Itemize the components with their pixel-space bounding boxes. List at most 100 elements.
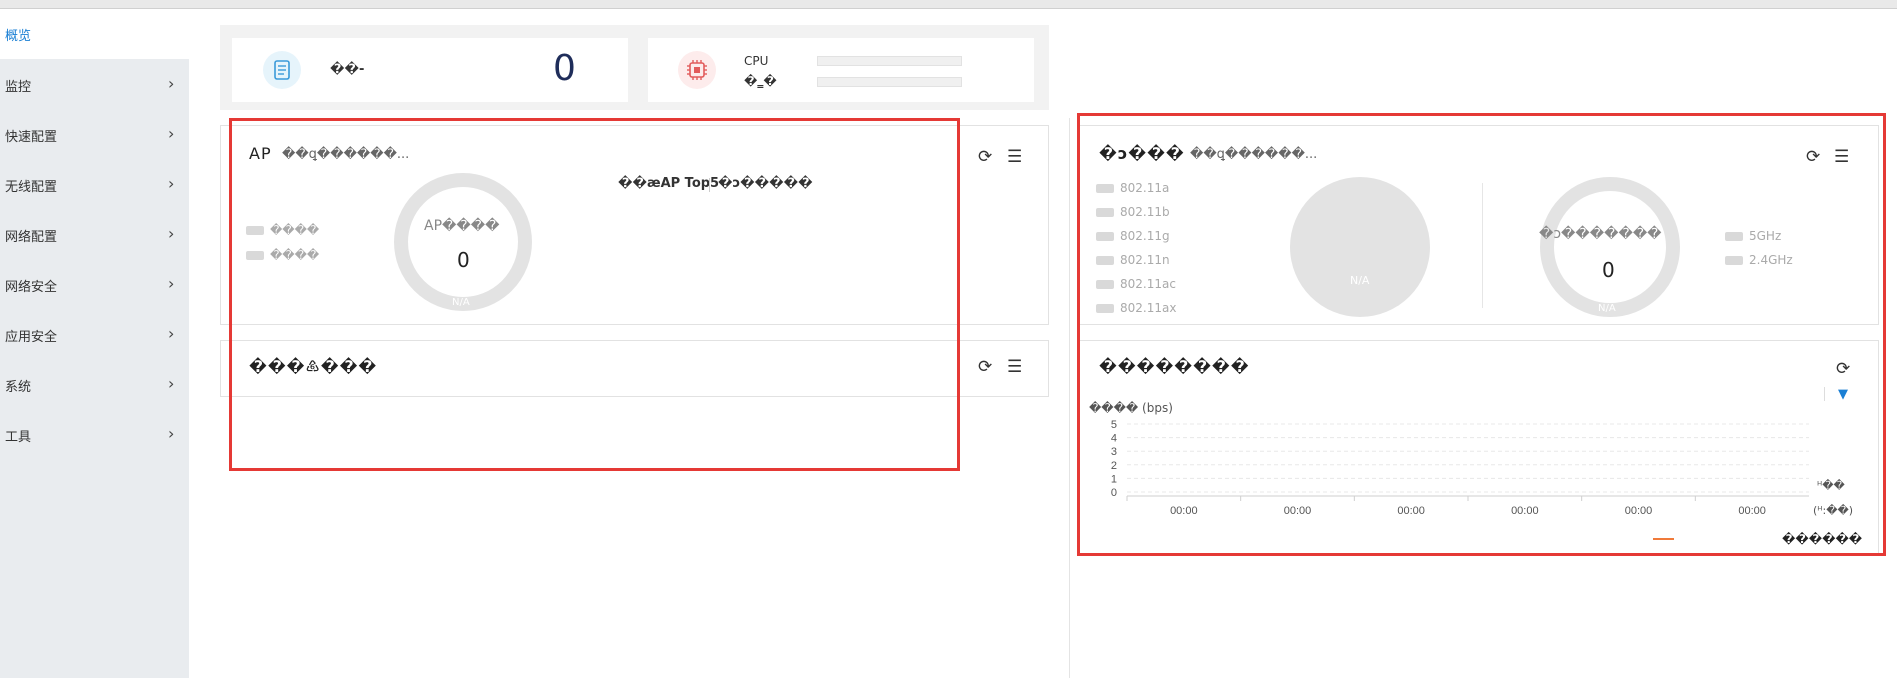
legend-swatch <box>246 226 264 235</box>
sidebar-item-label: 应用安全 <box>5 330 58 345</box>
legend-label: 802.11g <box>1120 229 1170 243</box>
sidebar-item-network-config[interactable]: 网络配置 › <box>0 210 189 260</box>
legend-swatch <box>1096 280 1114 289</box>
chevron-right-icon: › <box>168 224 175 243</box>
toolbar-separator <box>1824 387 1825 401</box>
traffic-y-axis-label: ���� (bps) <box>1089 401 1173 415</box>
traffic-legend-label: ������ <box>1782 532 1863 546</box>
ap-panel-title: AP <box>249 144 272 163</box>
ap-panel-subtitle: ��ꝗ������... <box>282 147 410 162</box>
legend-item: 802.11ax <box>1096 301 1176 315</box>
lower-left-panel-title: ���♸��� <box>249 357 378 376</box>
list-icon[interactable]: ☰ <box>1007 149 1022 166</box>
sidebar-item-label: 网络配置 <box>5 230 58 245</box>
stat-card-devices: ��- 0 <box>232 38 628 102</box>
legend-swatch <box>1096 304 1114 313</box>
stat-card-resources: CPU �‗� <box>648 38 1034 102</box>
sidebar-item-network-security[interactable]: 网络安全 › <box>0 260 189 310</box>
legend-swatch <box>1096 232 1114 241</box>
protocol-pie-na: N/A <box>1350 274 1370 287</box>
traffic-right-label: ᴴ�� <box>1817 479 1845 492</box>
filter-icon[interactable]: ▼ <box>1838 387 1848 402</box>
memory-label: �‗� <box>744 74 777 88</box>
legend-item: ���� <box>246 248 319 262</box>
chevron-right-icon: › <box>168 74 175 93</box>
refresh-icon[interactable]: ⟳ <box>978 149 992 166</box>
refresh-icon[interactable]: ⟳ <box>1836 361 1850 378</box>
sidebar-item-app-security[interactable]: 应用安全 › <box>0 310 189 360</box>
sidebar-item-label: 监控 <box>5 80 32 95</box>
legend-item: 802.11n <box>1096 253 1170 267</box>
sidebar-item-wireless-config[interactable]: 无线配置 › <box>0 160 189 210</box>
sidebar-item-label: 工具 <box>5 430 32 445</box>
legend-swatch <box>1096 208 1114 217</box>
list-icon[interactable]: ☰ <box>1834 149 1849 166</box>
chevron-right-icon: › <box>168 274 175 293</box>
document-icon <box>263 51 301 89</box>
sidebar-item-system[interactable]: 系统 › <box>0 360 189 410</box>
top-bar <box>0 0 1897 9</box>
legend-item: 2.4GHz <box>1725 253 1793 267</box>
lower-left-panel: ���♸��� ⟳ ☰ <box>220 340 1049 397</box>
legend-swatch <box>1725 232 1743 241</box>
tab-ap-top5[interactable]: ��æAP Top5 <box>618 176 719 191</box>
chevron-right-icon: › <box>168 424 175 443</box>
legend-swatch <box>1096 256 1114 265</box>
chevron-right-icon: › <box>168 324 175 343</box>
ap-panel: AP ��ꝗ������... ⟳ ☰ ���� ���� AP���� 0 N… <box>220 125 1049 325</box>
tab-separator <box>709 178 710 192</box>
ap-donut-label: AP���� <box>424 218 500 234</box>
legend-label: 802.11b <box>1120 205 1170 219</box>
legend-item: 802.11ac <box>1096 277 1176 291</box>
sidebar-item-label: 系统 <box>5 380 32 395</box>
protocol-pie-chart <box>1290 177 1430 317</box>
legend-swatch <box>1725 256 1743 265</box>
tab-ap-alt[interactable]: �ↄ����� <box>718 176 813 191</box>
legend-label: 802.11a <box>1120 181 1170 195</box>
client-donut-label: �ↄ������� <box>1539 226 1662 242</box>
legend-item: ���� <box>246 223 319 237</box>
panel-divider <box>1482 183 1483 308</box>
sidebar-item-overview[interactable]: 概览 <box>0 9 189 59</box>
client-donut-na: N/A <box>1598 303 1616 314</box>
sidebar-item-label: 无线配置 <box>5 180 58 195</box>
sidebar-item-label: 概览 <box>5 29 32 44</box>
list-icon[interactable]: ☰ <box>1007 359 1022 376</box>
legend-label: 2.4GHz <box>1749 253 1793 267</box>
sidebar-item-label: 网络安全 <box>5 280 58 295</box>
stat-value: 0 <box>553 48 576 89</box>
memory-usage-bar <box>817 77 962 87</box>
sidebar-item-label: 快速配置 <box>5 130 58 145</box>
legend-swatch <box>246 251 264 260</box>
refresh-icon[interactable]: ⟳ <box>978 359 992 376</box>
client-donut-value: 0 <box>1602 258 1615 282</box>
sidebar-item-quick-config[interactable]: 快速配置 › <box>0 110 189 160</box>
sidebar-item-monitor[interactable]: 监控 › <box>0 60 189 110</box>
client-panel: �ↄ��� ��ꝗ������... ⟳ ☰ 802.11a 802.11b 8… <box>1079 125 1879 325</box>
legend-item: 5GHz <box>1725 229 1781 243</box>
chevron-right-icon: › <box>168 124 175 143</box>
column-divider <box>1069 118 1070 678</box>
client-donut-chart <box>1540 177 1680 317</box>
cpu-usage-bar <box>817 56 962 66</box>
sidebar: 概览 监控 › 快速配置 › 无线配置 › 网络配置 › 网络安全 › 应用安全… <box>0 9 189 678</box>
client-panel-title: �ↄ��� <box>1099 144 1185 163</box>
chevron-right-icon: › <box>168 374 175 393</box>
refresh-icon[interactable]: ⟳ <box>1806 149 1820 166</box>
legend-label: 802.11ax <box>1120 301 1177 315</box>
legend-label: ���� <box>270 248 320 262</box>
traffic-panel-title: �������� <box>1099 357 1250 376</box>
legend-line-swatch <box>1653 538 1674 540</box>
legend-item: 802.11g <box>1096 229 1170 243</box>
traffic-panel: �������� ⟳ ▼ <box>1079 340 1879 555</box>
chevron-right-icon: › <box>168 174 175 193</box>
legend-label: 5GHz <box>1749 229 1782 243</box>
cpu-chip-icon <box>678 51 716 89</box>
traffic-time-unit: (ᴴ:��) <box>1813 504 1854 517</box>
ap-donut-na: N/A <box>452 297 470 308</box>
sidebar-item-tools[interactable]: 工具 › <box>0 410 189 460</box>
legend-swatch <box>1096 184 1114 193</box>
stat-label: ��- <box>330 62 365 77</box>
legend-label: 802.11ac <box>1120 277 1176 291</box>
ap-donut-value: 0 <box>457 248 470 272</box>
